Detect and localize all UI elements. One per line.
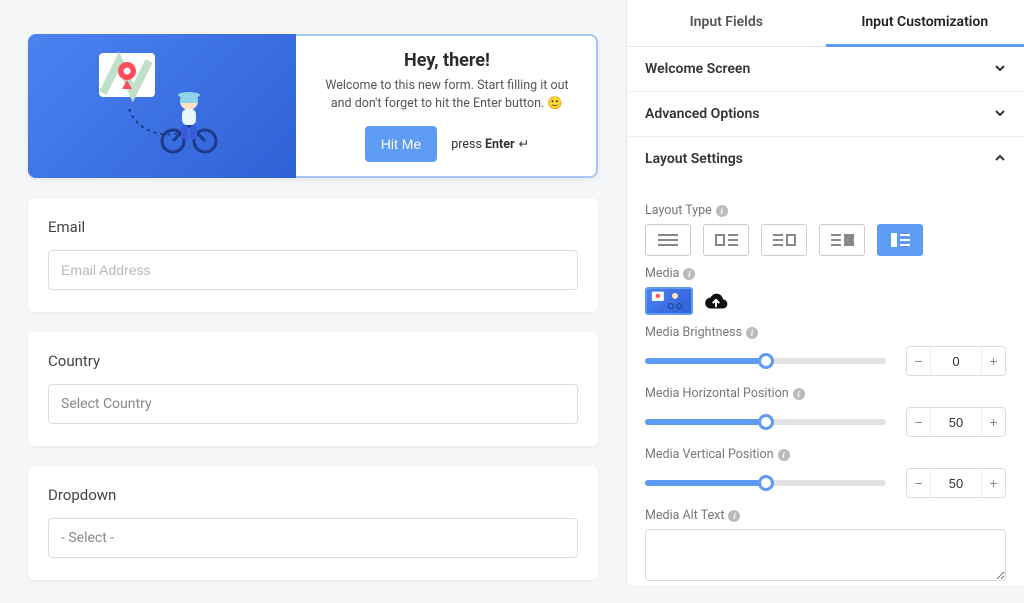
layout-type-label-text: Layout Type xyxy=(645,203,712,218)
layout-type-media-top-right[interactable] xyxy=(761,224,807,256)
dropdown-select-placeholder: - Select - xyxy=(61,530,114,546)
field-label-country: Country xyxy=(48,352,578,370)
welcome-cta-button[interactable]: Hit Me xyxy=(365,126,437,162)
accordion-welcome-screen-label: Welcome Screen xyxy=(645,61,750,77)
vpos-slider[interactable] xyxy=(645,480,886,486)
vpos-label-text: Media Vertical Position xyxy=(645,447,774,462)
field-card-country[interactable]: Country Select Country xyxy=(28,332,598,446)
hpos-label: Media Horizontal Position i xyxy=(645,386,1006,401)
brightness-value-input[interactable] xyxy=(931,354,981,369)
hpos-value-input[interactable] xyxy=(931,415,981,430)
accordion-layout-settings-label: Layout Settings xyxy=(645,151,743,167)
field-label-dropdown: Dropdown xyxy=(48,486,578,504)
info-icon[interactable]: i xyxy=(778,449,790,461)
hpos-label-text: Media Horizontal Position xyxy=(645,386,789,401)
vpos-value-input[interactable] xyxy=(931,476,981,491)
welcome-body: Hey, there! Welcome to this new form. St… xyxy=(296,34,598,178)
enter-icon: ↵ xyxy=(519,137,529,152)
layout-type-media-right[interactable] xyxy=(819,224,865,256)
welcome-media xyxy=(28,34,296,178)
accordion-layout-settings[interactable]: Layout Settings xyxy=(627,137,1024,181)
tab-input-customization[interactable]: Input Customization xyxy=(826,0,1024,47)
layout-type-text-only[interactable] xyxy=(645,224,691,256)
press-enter-hint: press Enter ↵ xyxy=(451,136,529,152)
press-prefix: press xyxy=(451,137,485,152)
hpos-increment[interactable]: + xyxy=(981,408,1005,436)
vpos-decrement[interactable]: − xyxy=(907,469,931,497)
info-icon[interactable]: i xyxy=(728,510,740,522)
field-card-dropdown[interactable]: Dropdown - Select - xyxy=(28,466,598,580)
welcome-title: Hey, there! xyxy=(404,50,490,71)
layout-type-group xyxy=(645,224,1006,256)
media-label: Media i xyxy=(645,266,1006,281)
alt-text-textarea[interactable] xyxy=(645,529,1006,581)
vpos-increment[interactable]: + xyxy=(981,469,1005,497)
welcome-actions: Hit Me press Enter ↵ xyxy=(365,126,529,162)
welcome-card[interactable]: Hey, there! Welcome to this new form. St… xyxy=(28,34,598,178)
media-thumbnail[interactable] xyxy=(645,287,693,315)
hpos-row: − + xyxy=(645,407,1006,437)
accordion-advanced-options-label: Advanced Options xyxy=(645,106,759,122)
layout-settings-body: Layout Type i xyxy=(627,181,1024,603)
hpos-decrement[interactable]: − xyxy=(907,408,931,436)
settings-panel: Input Fields Input Customization Welcome… xyxy=(626,0,1024,585)
brightness-increment[interactable]: + xyxy=(981,347,1005,375)
form-preview-pane: Hey, there! Welcome to this new form. St… xyxy=(0,0,626,585)
info-icon[interactable]: i xyxy=(793,388,805,400)
accordion-advanced-options[interactable]: Advanced Options xyxy=(627,92,1024,137)
hpos-slider[interactable] xyxy=(645,419,886,425)
email-input[interactable] xyxy=(48,250,578,290)
press-key: Enter xyxy=(485,137,515,152)
brightness-row: − + xyxy=(645,346,1006,376)
welcome-description: Welcome to this new form. Start filling … xyxy=(318,77,576,112)
accordion-welcome-screen[interactable]: Welcome Screen xyxy=(627,47,1024,92)
layout-type-media-left[interactable] xyxy=(877,224,923,256)
info-icon[interactable]: i xyxy=(683,268,695,280)
vpos-row: − + xyxy=(645,468,1006,498)
media-label-text: Media xyxy=(645,266,679,281)
chevron-up-icon xyxy=(994,152,1006,167)
hpos-stepper[interactable]: − + xyxy=(906,407,1006,437)
settings-tabs: Input Fields Input Customization xyxy=(627,0,1024,47)
layout-type-label: Layout Type i xyxy=(645,203,1006,218)
field-card-email[interactable]: Email xyxy=(28,198,598,312)
brightness-stepper[interactable]: − + xyxy=(906,346,1006,376)
brightness-label: Media Brightness i xyxy=(645,325,1006,340)
chevron-down-icon xyxy=(994,62,1006,77)
alt-text-label: Media Alt Text i xyxy=(645,508,1006,523)
brightness-slider[interactable] xyxy=(645,358,886,364)
upload-media-icon[interactable] xyxy=(703,289,727,313)
dropdown-select[interactable]: - Select - xyxy=(48,518,578,558)
field-label-email: Email xyxy=(48,218,578,236)
country-select-placeholder: Select Country xyxy=(61,396,152,412)
layout-type-media-top-left[interactable] xyxy=(703,224,749,256)
country-select[interactable]: Select Country xyxy=(48,384,578,424)
brightness-decrement[interactable]: − xyxy=(907,347,931,375)
vpos-stepper[interactable]: − + xyxy=(906,468,1006,498)
alt-text-label-text: Media Alt Text xyxy=(645,508,724,523)
vpos-label: Media Vertical Position i xyxy=(645,447,1006,462)
tab-input-fields[interactable]: Input Fields xyxy=(627,0,826,46)
info-icon[interactable]: i xyxy=(746,327,758,339)
info-icon[interactable]: i xyxy=(716,205,728,217)
media-controls xyxy=(645,287,1006,315)
brightness-label-text: Media Brightness xyxy=(645,325,742,340)
chevron-down-icon xyxy=(994,107,1006,122)
welcome-illustration-icon xyxy=(87,51,237,161)
